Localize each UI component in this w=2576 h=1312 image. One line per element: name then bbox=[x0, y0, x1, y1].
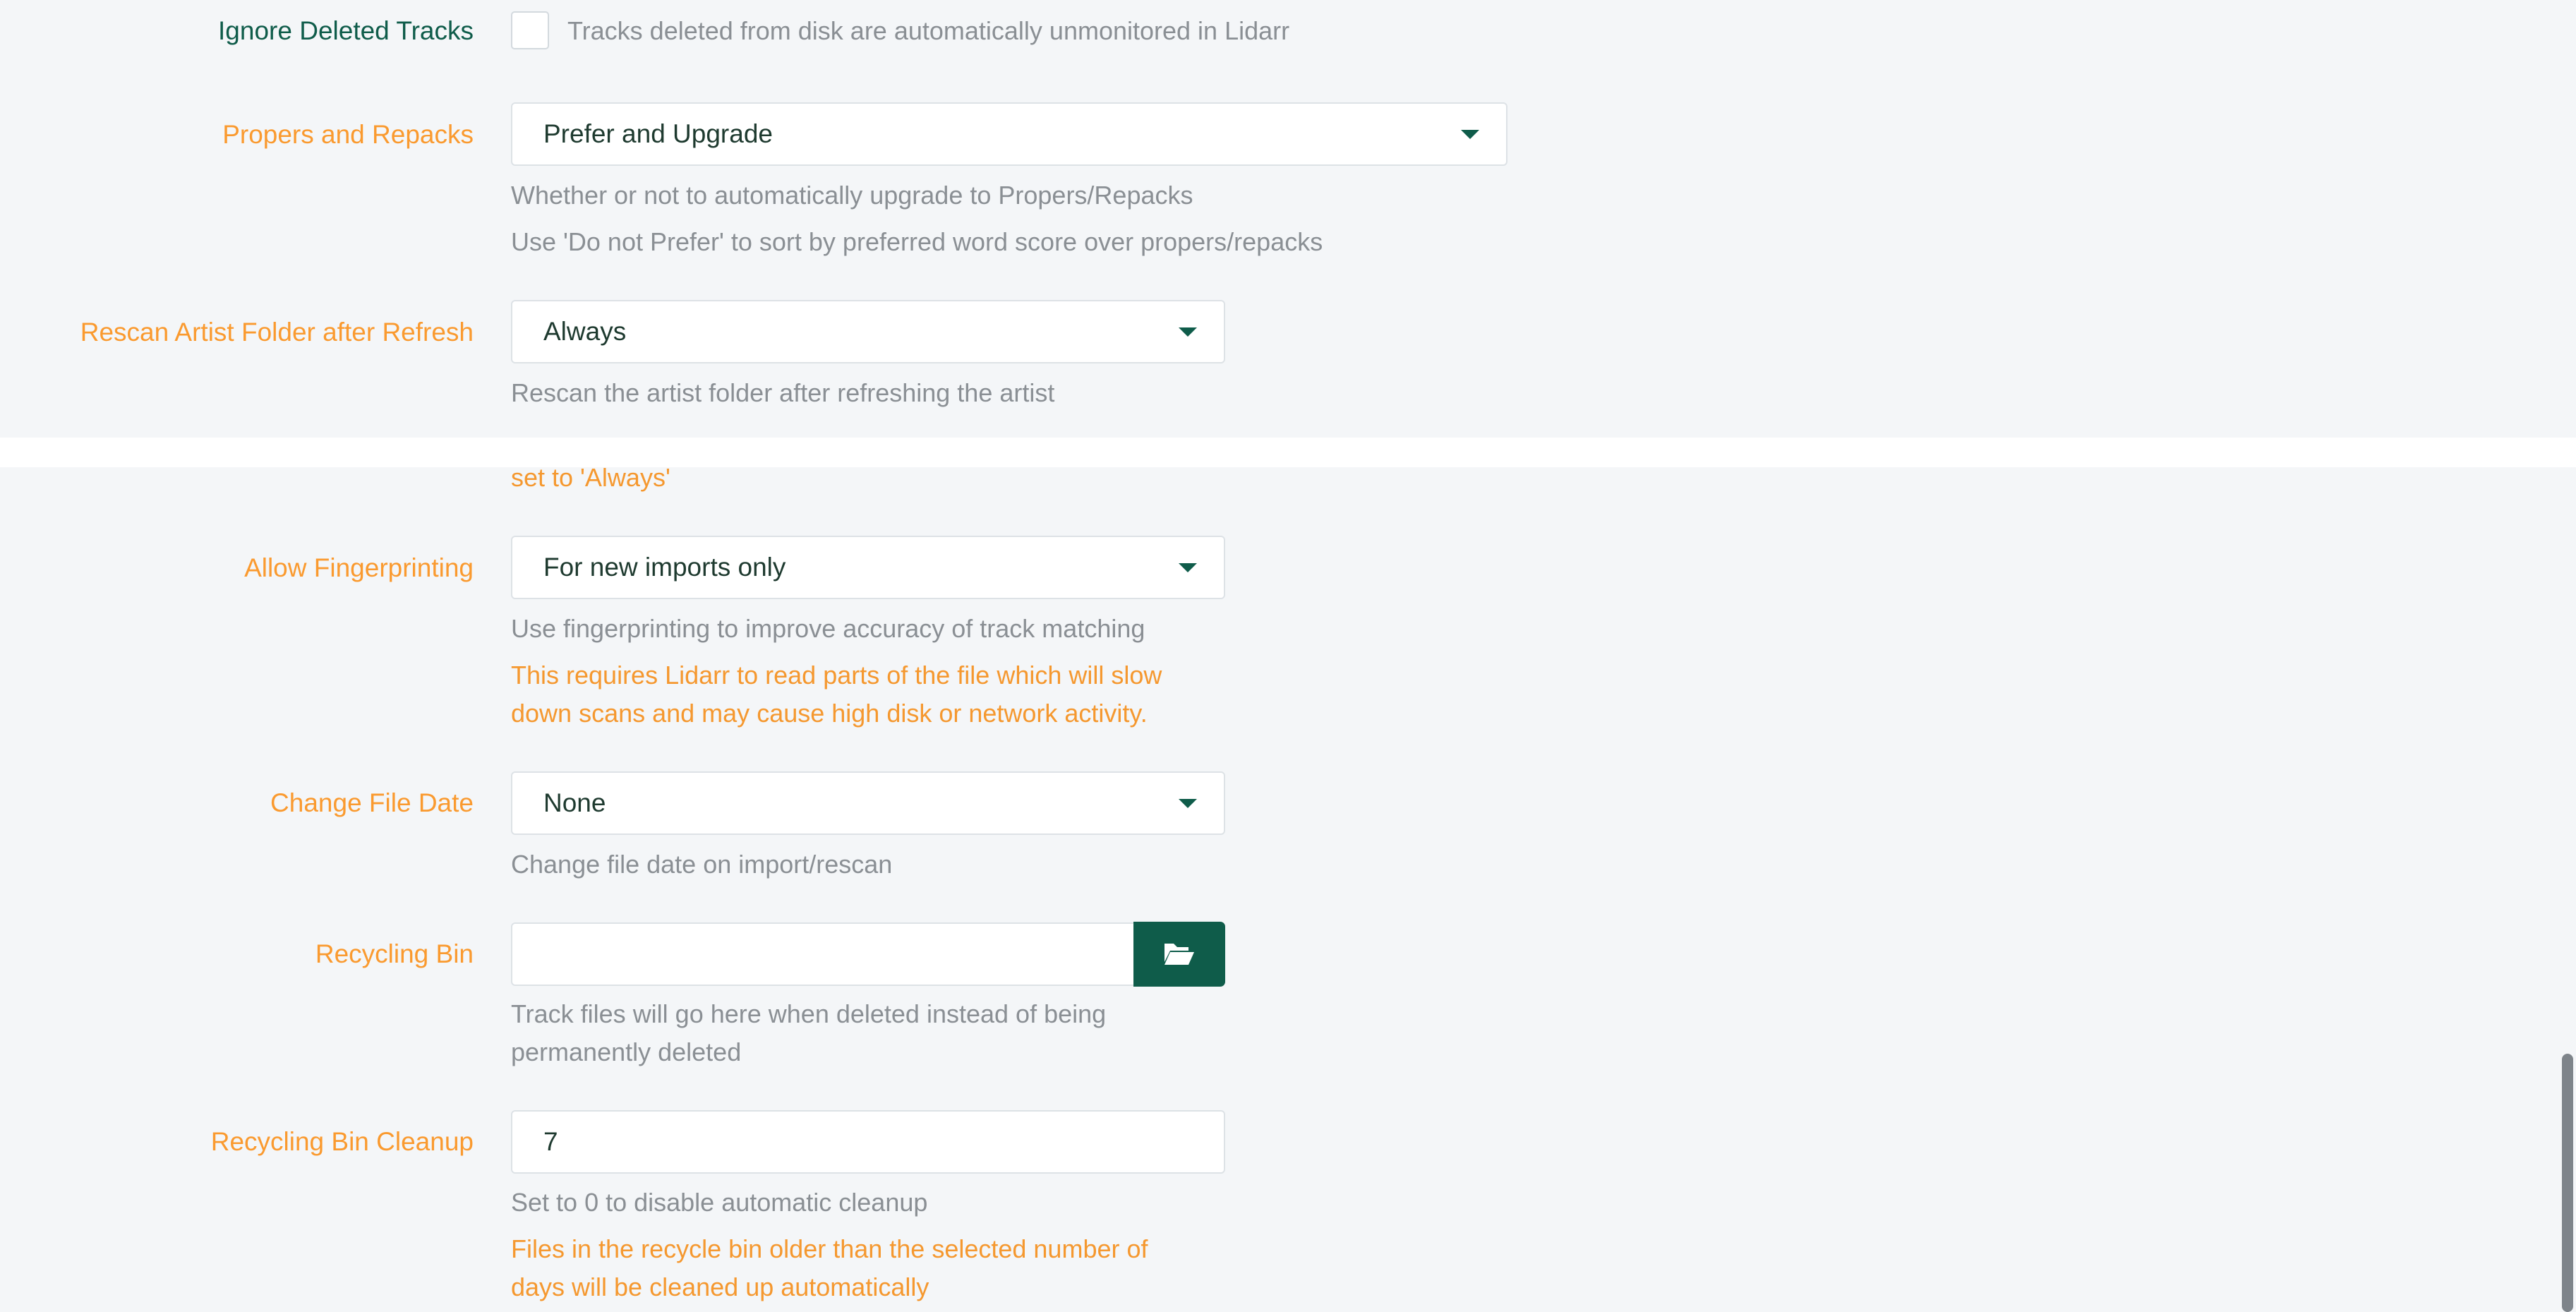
rescan-artist-folder-value: Always bbox=[543, 317, 627, 346]
rescan-artist-folder-select[interactable]: Always bbox=[511, 300, 1225, 363]
render-gap-band bbox=[0, 438, 2576, 467]
recycling-bin-cleanup-help: Set to 0 to disable automatic cleanup bbox=[511, 1188, 928, 1217]
change-file-date-label: Change File Date bbox=[270, 788, 474, 817]
rescan-artist-folder-label: Rescan Artist Folder after Refresh bbox=[80, 318, 474, 347]
caret-down-icon bbox=[1179, 327, 1197, 337]
propers-repacks-value: Prefer and Upgrade bbox=[543, 119, 773, 148]
ignore-deleted-tracks-label: Ignore Deleted Tracks bbox=[218, 16, 474, 45]
folder-open-icon bbox=[1164, 944, 1194, 965]
allow-fingerprinting-warning-1: This requires Lidarr to read parts of th… bbox=[511, 661, 1162, 690]
recycling-bin-help-1: Track files will go here when deleted in… bbox=[511, 999, 1107, 1028]
ignore-deleted-tracks-help: Tracks deleted from disk are automatical… bbox=[567, 16, 1290, 45]
allow-fingerprinting-warning-2: down scans and may cause high disk or ne… bbox=[511, 699, 1148, 728]
ignore-deleted-tracks-checkbox[interactable] bbox=[511, 11, 549, 49]
change-file-date-value: None bbox=[543, 788, 606, 817]
propers-repacks-select[interactable]: Prefer and Upgrade bbox=[511, 102, 1507, 166]
recycling-bin-input[interactable] bbox=[511, 922, 1135, 986]
rescan-artist-folder-warning: set to 'Always' bbox=[511, 463, 670, 492]
allow-fingerprinting-help: Use fingerprinting to improve accuracy o… bbox=[511, 614, 1145, 643]
propers-repacks-label: Propers and Repacks bbox=[222, 120, 474, 149]
recycling-bin-label: Recycling Bin bbox=[315, 939, 474, 968]
allow-fingerprinting-label: Allow Fingerprinting bbox=[244, 553, 474, 582]
propers-repacks-help-1: Whether or not to automatically upgrade … bbox=[511, 181, 1193, 210]
propers-repacks-help-2: Use 'Do not Prefer' to sort by preferred… bbox=[511, 227, 1323, 256]
recycling-bin-cleanup-value: 7 bbox=[543, 1127, 558, 1156]
vertical-scrollbar[interactable] bbox=[2562, 1054, 2573, 1312]
caret-down-icon bbox=[1461, 130, 1479, 139]
caret-down-icon bbox=[1179, 563, 1197, 572]
allow-fingerprinting-select[interactable]: For new imports only bbox=[511, 536, 1225, 599]
recycling-bin-cleanup-warning-1: Files in the recycle bin older than the … bbox=[511, 1234, 1148, 1263]
rescan-artist-folder-help: Rescan the artist folder after refreshin… bbox=[511, 378, 1055, 407]
recycling-bin-cleanup-label: Recycling Bin Cleanup bbox=[210, 1127, 474, 1156]
allow-fingerprinting-value: For new imports only bbox=[543, 553, 786, 582]
browse-folder-button[interactable] bbox=[1133, 922, 1225, 987]
caret-down-icon bbox=[1179, 799, 1197, 808]
change-file-date-help: Change file date on import/rescan bbox=[511, 850, 893, 879]
recycling-bin-cleanup-input[interactable]: 7 bbox=[511, 1110, 1225, 1174]
recycling-bin-cleanup-warning-2: days will be cleaned up automatically bbox=[511, 1272, 929, 1301]
change-file-date-select[interactable]: None bbox=[511, 771, 1225, 835]
recycling-bin-help-2: permanently deleted bbox=[511, 1037, 742, 1066]
